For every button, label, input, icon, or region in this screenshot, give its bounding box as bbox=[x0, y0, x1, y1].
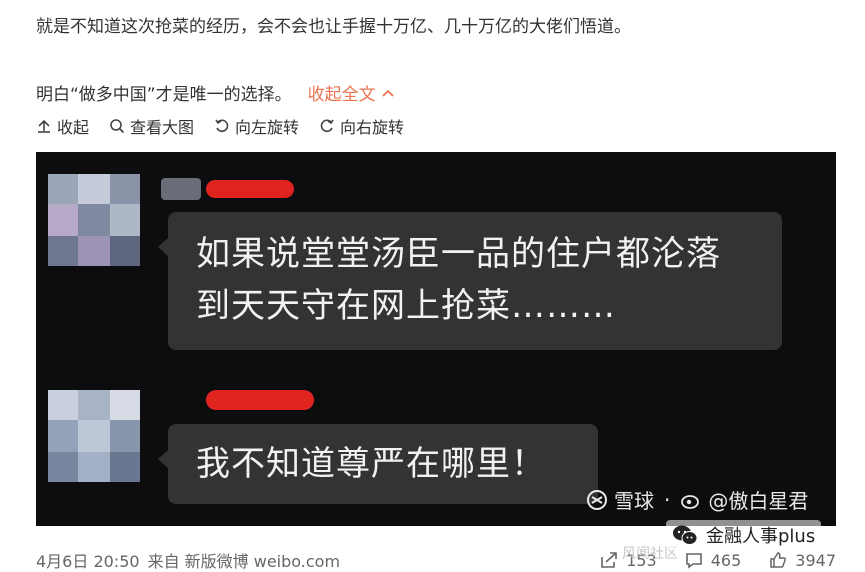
watermark-user: @傲白星君 bbox=[708, 489, 809, 513]
avatar-2-pixelated bbox=[48, 390, 140, 482]
arrow-up-icon bbox=[38, 119, 50, 133]
collapse-image-label: 收起 bbox=[57, 118, 90, 137]
account-name: 金融人事plus bbox=[706, 526, 816, 547]
collapse-full-text-label: 收起全文 bbox=[307, 85, 376, 105]
share-icon bbox=[601, 552, 617, 568]
collapse-full-text-link[interactable]: 收起全文 bbox=[308, 80, 394, 105]
rotate-right-label: 向右旋转 bbox=[340, 118, 405, 137]
post-timestamp[interactable]: 4月6日 20:50 bbox=[36, 548, 140, 572]
post-text-line-2-content: 明白“做多中国”才是唯一的选择。 bbox=[36, 85, 292, 105]
thumbs-up-icon bbox=[770, 552, 787, 568]
rotate-right-icon bbox=[320, 119, 334, 133]
snowball-logo-icon bbox=[587, 489, 607, 510]
search-icon bbox=[110, 119, 125, 134]
watermark-brand: 雪球 bbox=[614, 489, 654, 513]
comment-icon bbox=[685, 553, 702, 569]
comment-count: 465 bbox=[710, 550, 742, 570]
avatar-1-pixelated bbox=[48, 174, 140, 266]
chat-bubble-2: 我不知道尊严在哪里！ bbox=[158, 424, 598, 504]
view-large-image-label: 查看大图 bbox=[130, 118, 195, 137]
post-footer: 4月6日 20:50 来自 新版微博 weibo.com 153 465 394… bbox=[36, 548, 836, 572]
comment-button[interactable]: 465 bbox=[685, 550, 742, 570]
account-watermark: 金融人事plus bbox=[666, 520, 822, 550]
rotate-left-button[interactable]: 向左旋转 bbox=[214, 114, 299, 138]
rotate-right-button[interactable]: 向右旋转 bbox=[319, 114, 404, 138]
view-large-image-button[interactable]: 查看大图 bbox=[109, 114, 194, 138]
weibo-logo-icon bbox=[681, 494, 700, 509]
rotate-left-label: 向左旋转 bbox=[235, 118, 300, 137]
chat-bubble-2-text: 我不知道尊严在哪里！ bbox=[196, 444, 546, 484]
image-toolbar: 收起 查看大图 向左旋转 向右旋转 bbox=[36, 114, 404, 138]
wechat-logo-icon bbox=[673, 525, 698, 545]
collapse-image-button[interactable]: 收起 bbox=[36, 114, 89, 138]
like-count: 3947 bbox=[795, 550, 836, 570]
post-source[interactable]: 来自 新版微博 weibo.com bbox=[148, 548, 340, 572]
chat-screenshot-image[interactable]: 如果说堂堂汤臣一品的住户都沦落 到天天守在网上抢菜……… 我不知道尊严在哪里！ … bbox=[36, 152, 836, 526]
chat-bubble-1-line-1: 如果说堂堂汤臣一品的住户都沦落 bbox=[196, 234, 721, 274]
post-text-line-2: 明白“做多中国”才是唯一的选择。 收起全文 bbox=[36, 80, 394, 105]
image-watermark: 雪球 · @傲白星君 bbox=[586, 485, 808, 514]
like-button[interactable]: 3947 bbox=[769, 551, 836, 570]
redacted-name-1 bbox=[161, 178, 201, 200]
chat-bubble-1-line-2: 到天天守在网上抢菜……… bbox=[196, 286, 616, 326]
rotate-left-icon bbox=[215, 119, 229, 133]
chevron-up-icon bbox=[381, 89, 394, 97]
redaction-mark-2 bbox=[206, 390, 314, 410]
redaction-mark-1 bbox=[206, 180, 294, 198]
post-text-line-1: 就是不知道这次抢菜的经历，会不会也让手握十万亿、几十万亿的大佬们悟道。 bbox=[36, 17, 631, 37]
chat-bubble-1: 如果说堂堂汤臣一品的住户都沦落 到天天守在网上抢菜……… bbox=[158, 212, 782, 350]
